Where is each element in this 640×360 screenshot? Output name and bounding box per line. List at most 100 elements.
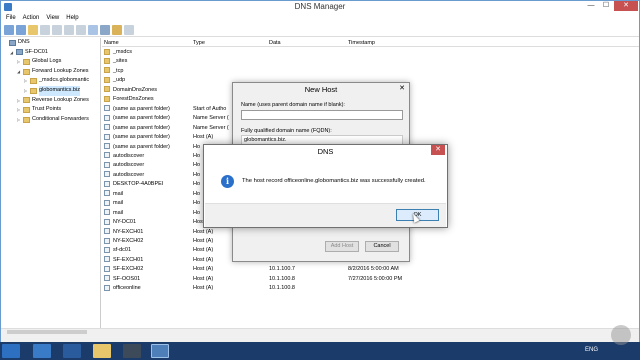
folder-icon bbox=[104, 57, 110, 64]
record-name: (same as parent folder) bbox=[104, 105, 170, 114]
expand-toggle-icon[interactable]: ▷ bbox=[24, 76, 28, 86]
record-icon bbox=[104, 218, 110, 225]
message-title-bar: DNS ✕ bbox=[204, 145, 447, 157]
close-button[interactable]: ✕ bbox=[614, 1, 638, 11]
column-timestamp[interactable]: Timestamp bbox=[348, 40, 375, 46]
tree-item[interactable]: DNS bbox=[1, 38, 100, 48]
message-text: The host record officeonline.globomantic… bbox=[242, 178, 426, 184]
record-type: Ho bbox=[193, 143, 201, 150]
record-icon bbox=[104, 152, 110, 159]
folder-icon[interactable] bbox=[28, 25, 38, 35]
record-type: Host (A) bbox=[193, 275, 214, 282]
menu-action[interactable]: Action bbox=[23, 13, 40, 23]
tree-item[interactable]: ▷ Conditional Forwarders bbox=[1, 115, 100, 125]
record-name: mail bbox=[104, 199, 123, 208]
tree-item[interactable]: ▷ Global Logs bbox=[1, 57, 100, 67]
record-row[interactable]: SF-EXCH02 Host (A) 10.1.100.7 8/2/2016 5:00… bbox=[102, 265, 639, 274]
cancel-button[interactable]: Cancel bbox=[365, 241, 399, 252]
windows-start-icon[interactable] bbox=[2, 344, 20, 358]
record-timestamp: 7/27/2016 5:00:00 PM bbox=[348, 275, 403, 282]
record-name-text: _sites bbox=[113, 58, 128, 65]
new-host-close-button[interactable]: ✕ bbox=[399, 84, 405, 92]
record-name: DESKTOP-4A0BPEI bbox=[104, 180, 163, 189]
folder-icon bbox=[104, 95, 110, 102]
zone-icon[interactable] bbox=[124, 25, 134, 35]
record-icon bbox=[104, 275, 110, 282]
minimize-button[interactable]: — bbox=[584, 1, 598, 11]
expand-toggle-icon[interactable]: ▷ bbox=[17, 96, 21, 106]
list-header: Name Type Data Timestamp bbox=[102, 38, 639, 47]
back-icon[interactable] bbox=[4, 25, 14, 35]
record-row[interactable]: _msdcs bbox=[102, 48, 639, 57]
record-name: DomainDnsZones bbox=[104, 86, 157, 95]
server-icon bbox=[16, 49, 23, 56]
dns-manager-icon[interactable] bbox=[151, 344, 169, 358]
record-row[interactable]: _tcp bbox=[102, 67, 639, 76]
add-host-button[interactable]: Add Host bbox=[325, 241, 359, 252]
record-name-text: NY-EXCH02 bbox=[113, 238, 144, 244]
record-row[interactable]: _sites bbox=[102, 57, 639, 66]
record-name: _tcp bbox=[104, 67, 123, 76]
record-name: (same as parent folder) bbox=[104, 143, 170, 152]
tree-item[interactable]: ▷ Reverse Lookup Zones bbox=[1, 96, 100, 106]
tree-item[interactable]: ▷ globomantics.biz bbox=[1, 85, 100, 96]
menu-view[interactable]: View bbox=[46, 13, 59, 23]
record-type: Host (A) bbox=[193, 256, 214, 263]
tree-item[interactable]: ◢ SF-DC01 bbox=[1, 48, 100, 58]
fqdn-label: Fully qualified domain name (FQDN): bbox=[241, 128, 332, 134]
server-manager-icon[interactable] bbox=[33, 344, 51, 358]
record-type: Ho bbox=[193, 171, 201, 178]
record-icon[interactable] bbox=[112, 25, 122, 35]
menu-help[interactable]: Help bbox=[66, 13, 78, 23]
tree-item[interactable]: ▷ _msdcs.globomantic bbox=[1, 76, 100, 86]
record-icon bbox=[104, 265, 110, 272]
record-type: Host (A) bbox=[193, 266, 214, 273]
watermark-logo bbox=[611, 325, 631, 345]
message-close-button[interactable]: ✕ bbox=[431, 145, 445, 155]
column-data[interactable]: Data bbox=[269, 40, 281, 46]
expand-toggle-icon[interactable]: ◢ bbox=[17, 67, 21, 77]
tree-item[interactable]: ▷ Trust Points bbox=[1, 105, 100, 115]
record-name: NY-EXCH01 bbox=[104, 228, 143, 237]
file-explorer-icon[interactable] bbox=[93, 344, 111, 358]
record-row[interactable]: SF-OOS01 Host (A) 10.1.100.8 7/27/2016 5:00… bbox=[102, 275, 639, 284]
language-indicator[interactable]: ENG bbox=[585, 347, 598, 353]
record-type: Name Server ( bbox=[193, 115, 229, 122]
export-icon[interactable] bbox=[64, 25, 74, 35]
record-name-text: (same as parent folder) bbox=[113, 143, 170, 150]
expand-toggle-icon[interactable]: ▷ bbox=[17, 115, 21, 125]
info-icon: i bbox=[221, 175, 234, 188]
powershell-icon[interactable] bbox=[63, 344, 81, 358]
expand-toggle-icon[interactable]: ▷ bbox=[17, 105, 21, 115]
expand-toggle-icon[interactable]: ▷ bbox=[24, 86, 28, 96]
record-type: Ho bbox=[193, 190, 201, 197]
folder-icon bbox=[104, 86, 110, 93]
menu-file[interactable]: File bbox=[6, 13, 16, 23]
tree-item[interactable]: ◢ Forward Lookup Zones bbox=[1, 67, 100, 77]
expand-toggle-icon[interactable]: ▷ bbox=[17, 57, 21, 67]
column-type[interactable]: Type bbox=[193, 40, 205, 46]
list-icon[interactable] bbox=[88, 25, 98, 35]
console-icon[interactable] bbox=[123, 344, 141, 358]
record-icon bbox=[104, 246, 110, 253]
maximize-button[interactable]: ☐ bbox=[599, 1, 613, 11]
refresh-icon[interactable] bbox=[52, 25, 62, 35]
host-name-input[interactable] bbox=[241, 110, 403, 120]
column-name[interactable]: Name bbox=[104, 40, 119, 46]
forward-icon[interactable] bbox=[16, 25, 26, 35]
record-name-text: autodiscover bbox=[113, 162, 145, 169]
record-type: Ho bbox=[193, 162, 201, 169]
help-icon[interactable] bbox=[76, 25, 86, 35]
record-name: ForestDnsZones bbox=[104, 95, 154, 104]
record-name-text: mail bbox=[113, 190, 124, 197]
record-type: Host (A) bbox=[193, 238, 214, 244]
record-name-text: SF-EXCH02 bbox=[113, 266, 144, 273]
tree-item-label: Forward Lookup Zones bbox=[32, 67, 89, 74]
expand-toggle-icon[interactable]: ◢ bbox=[10, 48, 14, 58]
tree-item-label: _msdcs.globomantic bbox=[39, 77, 90, 84]
server-icon[interactable] bbox=[100, 25, 110, 35]
tree-item-label: Trust Points bbox=[32, 106, 62, 113]
folder-icon bbox=[23, 116, 30, 123]
record-row[interactable]: officeonline Host (A) 10.1.100.8 bbox=[102, 284, 639, 293]
properties-icon[interactable] bbox=[40, 25, 50, 35]
